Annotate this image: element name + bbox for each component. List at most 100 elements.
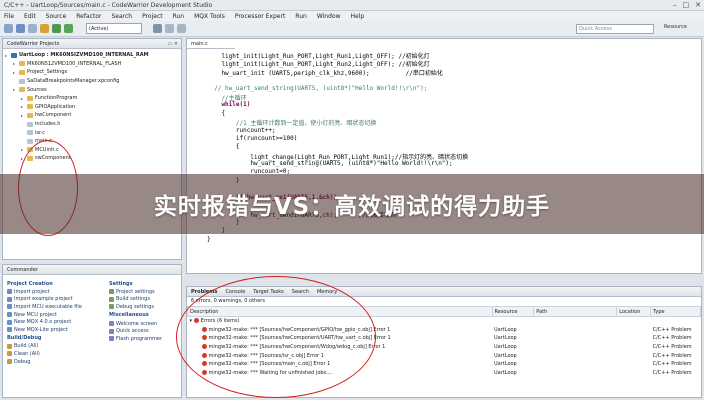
- build-config-select[interactable]: (Active): [86, 23, 142, 34]
- menu-item[interactable]: Edit: [24, 13, 36, 20]
- table-cell: C/C++ Problem: [651, 351, 701, 360]
- view-tab[interactable]: Memory: [317, 289, 337, 295]
- tree-item[interactable]: ▸ MK60N512VMD100_INTERNAL_FLASH: [5, 60, 181, 69]
- commander-link[interactable]: Flash programmer: [109, 335, 181, 343]
- code-line: //1 主循环计数到一定值，使小灯的亮、暗状态切换: [207, 120, 377, 128]
- view-tab[interactable]: Console: [225, 289, 245, 295]
- tree-item[interactable]: includes.h: [5, 120, 181, 129]
- command-icon: [109, 328, 114, 334]
- menu-item[interactable]: Window: [317, 13, 341, 20]
- collapse-arrow-icon[interactable]: ▾: [190, 318, 194, 324]
- search-icon[interactable]: [153, 24, 162, 33]
- commander-link[interactable]: Welcome screen: [109, 320, 181, 328]
- menu-item[interactable]: MQX Tools: [194, 13, 225, 20]
- new-icon[interactable]: [4, 24, 13, 33]
- commander-link-label: Flash programmer: [116, 335, 163, 342]
- commander-link[interactable]: Import example project: [7, 296, 103, 304]
- forward-icon[interactable]: [177, 24, 186, 33]
- commander-link[interactable]: Import project: [7, 288, 103, 296]
- debug-icon[interactable]: [52, 24, 61, 33]
- menu-item[interactable]: Run: [295, 13, 307, 20]
- table-row[interactable]: mingw32-make: *** [Sources/isr_c.obj] Er…: [188, 351, 701, 360]
- commander-tab[interactable]: Commander: [3, 265, 181, 275]
- commander-link[interactable]: New MQX-Lite project: [7, 326, 103, 334]
- column-header[interactable]: Resource: [491, 306, 535, 317]
- view-tab[interactable]: Target Tasks: [253, 289, 283, 295]
- tree-item[interactable]: ▸ hwComponent: [5, 111, 181, 120]
- build-icon[interactable]: [40, 24, 49, 33]
- commander-link[interactable]: Clean (All): [7, 350, 103, 358]
- commander-link[interactable]: Debug: [7, 358, 103, 366]
- commander-link[interactable]: Project settings: [109, 288, 181, 296]
- minimize-button[interactable]: –: [673, 1, 677, 9]
- tree-item[interactable]: main.c: [5, 137, 181, 146]
- menu-item[interactable]: Search: [111, 13, 132, 20]
- menu-item[interactable]: Refactor: [76, 13, 101, 20]
- project-explorer-tab[interactable]: CodeWarrior Projects ▭ ✕: [3, 39, 181, 49]
- folder-icon: [27, 95, 33, 101]
- folder-icon: [27, 112, 33, 118]
- maximize-button[interactable]: □: [683, 1, 690, 9]
- menu-item[interactable]: File: [4, 13, 14, 20]
- view-tab[interactable]: Problems: [191, 289, 217, 295]
- table-cell: mingw32-make: *** Waiting for unfinished…: [188, 369, 493, 378]
- tree-item[interactable]: ▸ UartLoop : MK60NSIZVMD100_INTERNAL_RAM: [5, 51, 181, 60]
- table-cell: [617, 351, 651, 360]
- table-row[interactable]: mingw32-make: *** [Sources/hwComponent/U…: [188, 334, 701, 343]
- commander-link[interactable]: Build settings: [109, 296, 181, 304]
- print-icon[interactable]: [28, 24, 37, 33]
- table-row[interactable]: mingw32-make: *** [Sources/hwComponent/W…: [188, 343, 701, 352]
- tree-item[interactable]: isr.c: [5, 128, 181, 137]
- run-icon[interactable]: [64, 24, 73, 33]
- view-tab[interactable]: Search: [292, 289, 309, 295]
- tree-item[interactable]: ▸ Project_Settings: [5, 68, 181, 77]
- tree-item-label: MK60N512VMD100_INTERNAL_FLASH: [27, 60, 122, 67]
- commander-link[interactable]: Build (All): [7, 343, 103, 351]
- column-header[interactable]: Type: [650, 306, 701, 317]
- column-header[interactable]: Location: [616, 306, 652, 317]
- expand-arrow-icon[interactable]: ▸: [21, 104, 25, 109]
- perspective-resource-button[interactable]: Resource: [664, 24, 687, 30]
- table-row[interactable]: mingw32-make: *** Waiting for unfinished…: [188, 369, 701, 378]
- column-header[interactable]: Path: [533, 306, 618, 317]
- menu-item[interactable]: Source: [46, 13, 67, 20]
- commander-link[interactable]: Import MCU executable file: [7, 303, 103, 311]
- expand-arrow-icon[interactable]: ▸: [21, 96, 25, 101]
- quick-access-input[interactable]: Quick Access: [576, 24, 654, 34]
- menu-item[interactable]: Project: [142, 13, 163, 20]
- menu-item[interactable]: Processor Expert: [235, 13, 285, 20]
- commander-tab-label: Commander: [7, 266, 38, 273]
- column-header[interactable]: Description: [187, 306, 493, 317]
- table-row[interactable]: mingw32-make: *** [Sources/main_c.obj] E…: [188, 360, 701, 369]
- expand-arrow-icon[interactable]: ▸: [13, 61, 17, 66]
- error-group-row[interactable]: ▾ Errors (6 items): [188, 317, 701, 326]
- expand-arrow-icon[interactable]: ▸: [21, 147, 25, 152]
- menu-item[interactable]: Run: [173, 13, 185, 20]
- cell-type: C/C++ Problem: [652, 361, 692, 368]
- tree-item[interactable]: ▸ MCUinit.c: [5, 146, 181, 155]
- table-cell: C/C++ Problem: [651, 360, 701, 369]
- commander-link-label: Debug: [14, 358, 31, 365]
- commander-link[interactable]: Debug settings: [109, 303, 181, 311]
- save-icon[interactable]: [16, 24, 25, 33]
- close-button[interactable]: ✕: [695, 1, 701, 9]
- menu-item[interactable]: Help: [350, 13, 364, 20]
- commander-link[interactable]: New MQX 4.0.x project: [7, 318, 103, 326]
- commander-link[interactable]: Quick access: [109, 327, 181, 335]
- tree-item[interactable]: SaDataBreakpointsManager.xpconfig: [5, 77, 181, 86]
- tree-item[interactable]: ▸ swComponent: [5, 154, 181, 163]
- tree-item[interactable]: ▸ GPIOApplication: [5, 103, 181, 112]
- tree-item[interactable]: ▸ FunctionProgram: [5, 94, 181, 103]
- minimize-view-icon[interactable]: ▭ ✕: [167, 41, 178, 47]
- expand-arrow-icon[interactable]: ▸: [13, 87, 17, 92]
- table-cell: mingw32-make: *** [Sources/hwComponent/G…: [188, 325, 493, 334]
- back-icon[interactable]: [165, 24, 174, 33]
- expand-arrow-icon[interactable]: ▸: [5, 53, 9, 58]
- expand-arrow-icon[interactable]: ▸: [13, 70, 17, 75]
- table-row[interactable]: mingw32-make: *** [Sources/hwComponent/G…: [188, 325, 701, 334]
- commander-link[interactable]: New MCU project: [7, 311, 103, 319]
- expand-arrow-icon[interactable]: ▸: [21, 113, 25, 118]
- editor-tab-main-c[interactable]: main.c: [187, 39, 235, 49]
- tree-item[interactable]: ▸ Sources: [5, 85, 181, 94]
- expand-arrow-icon[interactable]: ▸: [21, 156, 25, 161]
